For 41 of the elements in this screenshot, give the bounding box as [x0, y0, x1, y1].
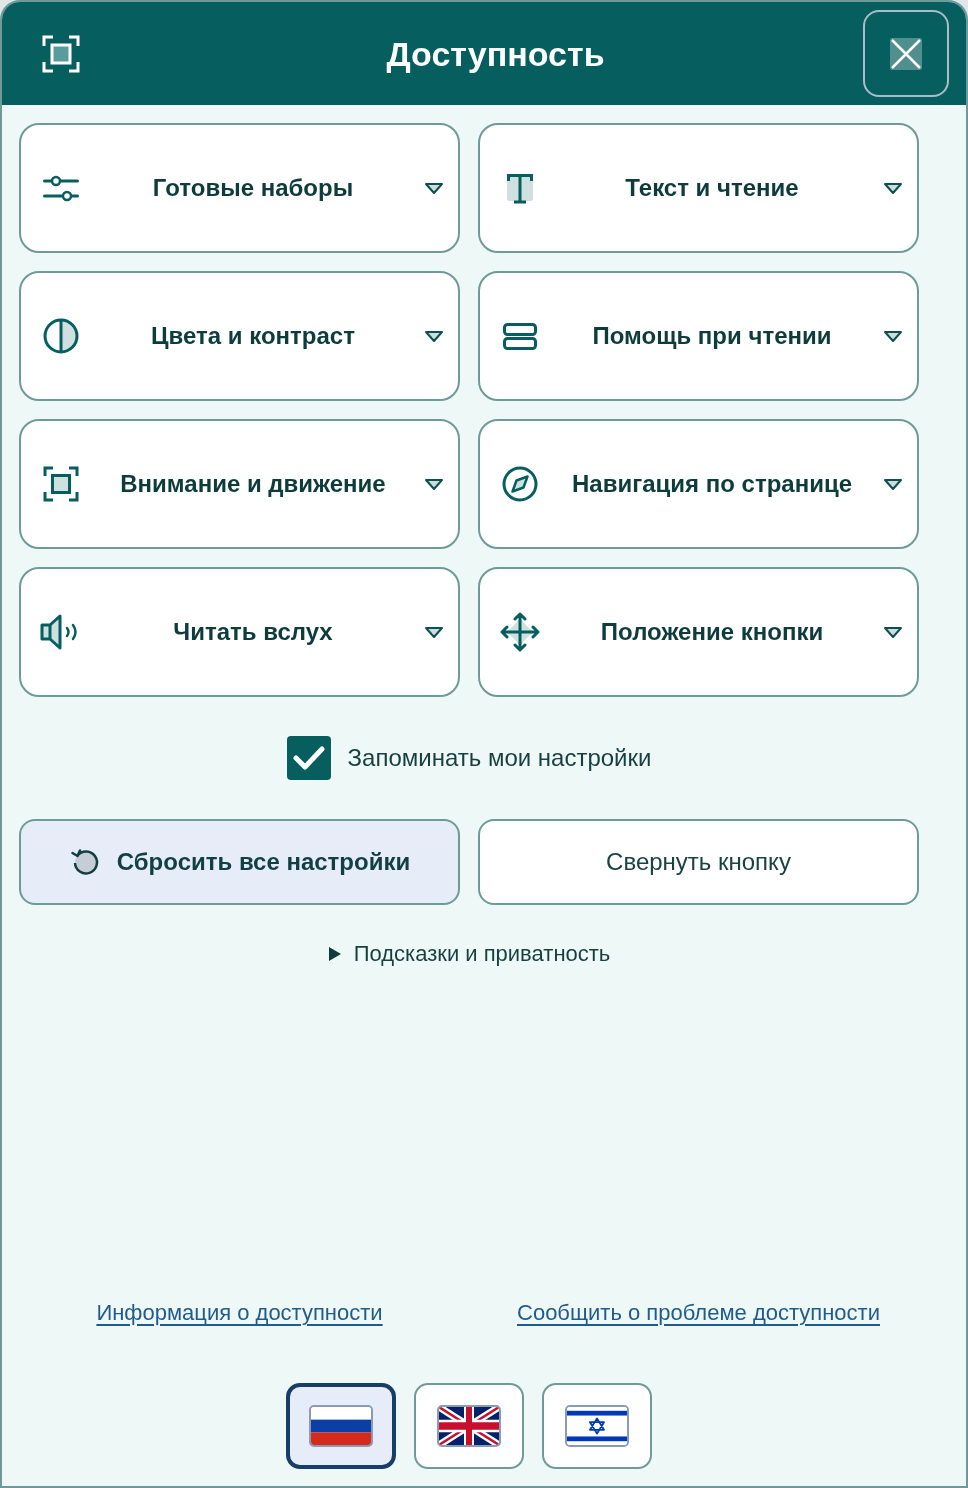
- caret-down-icon: [883, 477, 903, 491]
- language-button[interactable]: [542, 1383, 652, 1469]
- footer-link[interactable]: Информация о доступности: [96, 1300, 383, 1326]
- dropdown-button[interactable]: Положение кнопки: [478, 567, 919, 697]
- dropdown-button[interactable]: Текст и чтение: [478, 123, 919, 253]
- close-button[interactable]: [863, 10, 949, 97]
- russian-flag-icon: [309, 1405, 373, 1447]
- language-button[interactable]: [414, 1383, 524, 1469]
- half-circle-icon: [43, 318, 79, 354]
- footer-link[interactable]: Сообщить о проблеме доступности: [517, 1300, 880, 1326]
- caret-down-icon: [424, 329, 444, 343]
- focus-frame-icon: [43, 466, 79, 502]
- caret-down-icon: [883, 625, 903, 639]
- caret-down-icon: [424, 477, 444, 491]
- stacked-bars-icon: [503, 322, 537, 350]
- panel-title: Доступность: [386, 36, 605, 71]
- collapse-button[interactable]: Свернуть кнопку: [478, 819, 919, 905]
- checkbox-label[interactable]: Запоминать мои настройки: [347, 744, 652, 772]
- reset-button[interactable]: Сбросить все настройки: [19, 819, 460, 905]
- caret-down-icon: [883, 181, 903, 195]
- focus-frame-icon: [42, 34, 80, 73]
- dropdown-button[interactable]: Внимание и движение: [19, 419, 460, 549]
- hints-privacy-toggle[interactable]: Подсказки и приватность: [327, 941, 611, 967]
- language-button[interactable]: [286, 1383, 396, 1469]
- checkbox[interactable]: [286, 736, 331, 780]
- british-flag-icon: [437, 1405, 501, 1447]
- dropdown-button[interactable]: Цвета и контраст: [19, 271, 460, 401]
- caret-down-icon: [424, 625, 444, 639]
- israeli-flag-icon: [565, 1405, 629, 1447]
- dropdown-button[interactable]: Готовые наборы: [19, 123, 460, 253]
- reset-icon: [68, 846, 101, 878]
- caret-down-icon: [424, 181, 444, 195]
- sliders-icon: [43, 174, 79, 202]
- dropdown-button[interactable]: Помощь при чтении: [478, 271, 919, 401]
- dropdown-button[interactable]: Читать вслух: [19, 567, 460, 697]
- dropdown-button[interactable]: Навигация по странице: [478, 419, 919, 549]
- close-icon: [890, 37, 922, 70]
- letter-t-icon: [505, 172, 535, 204]
- move-arrows-icon: [500, 612, 540, 652]
- compass-icon: [502, 466, 538, 502]
- caret-down-icon: [883, 329, 903, 343]
